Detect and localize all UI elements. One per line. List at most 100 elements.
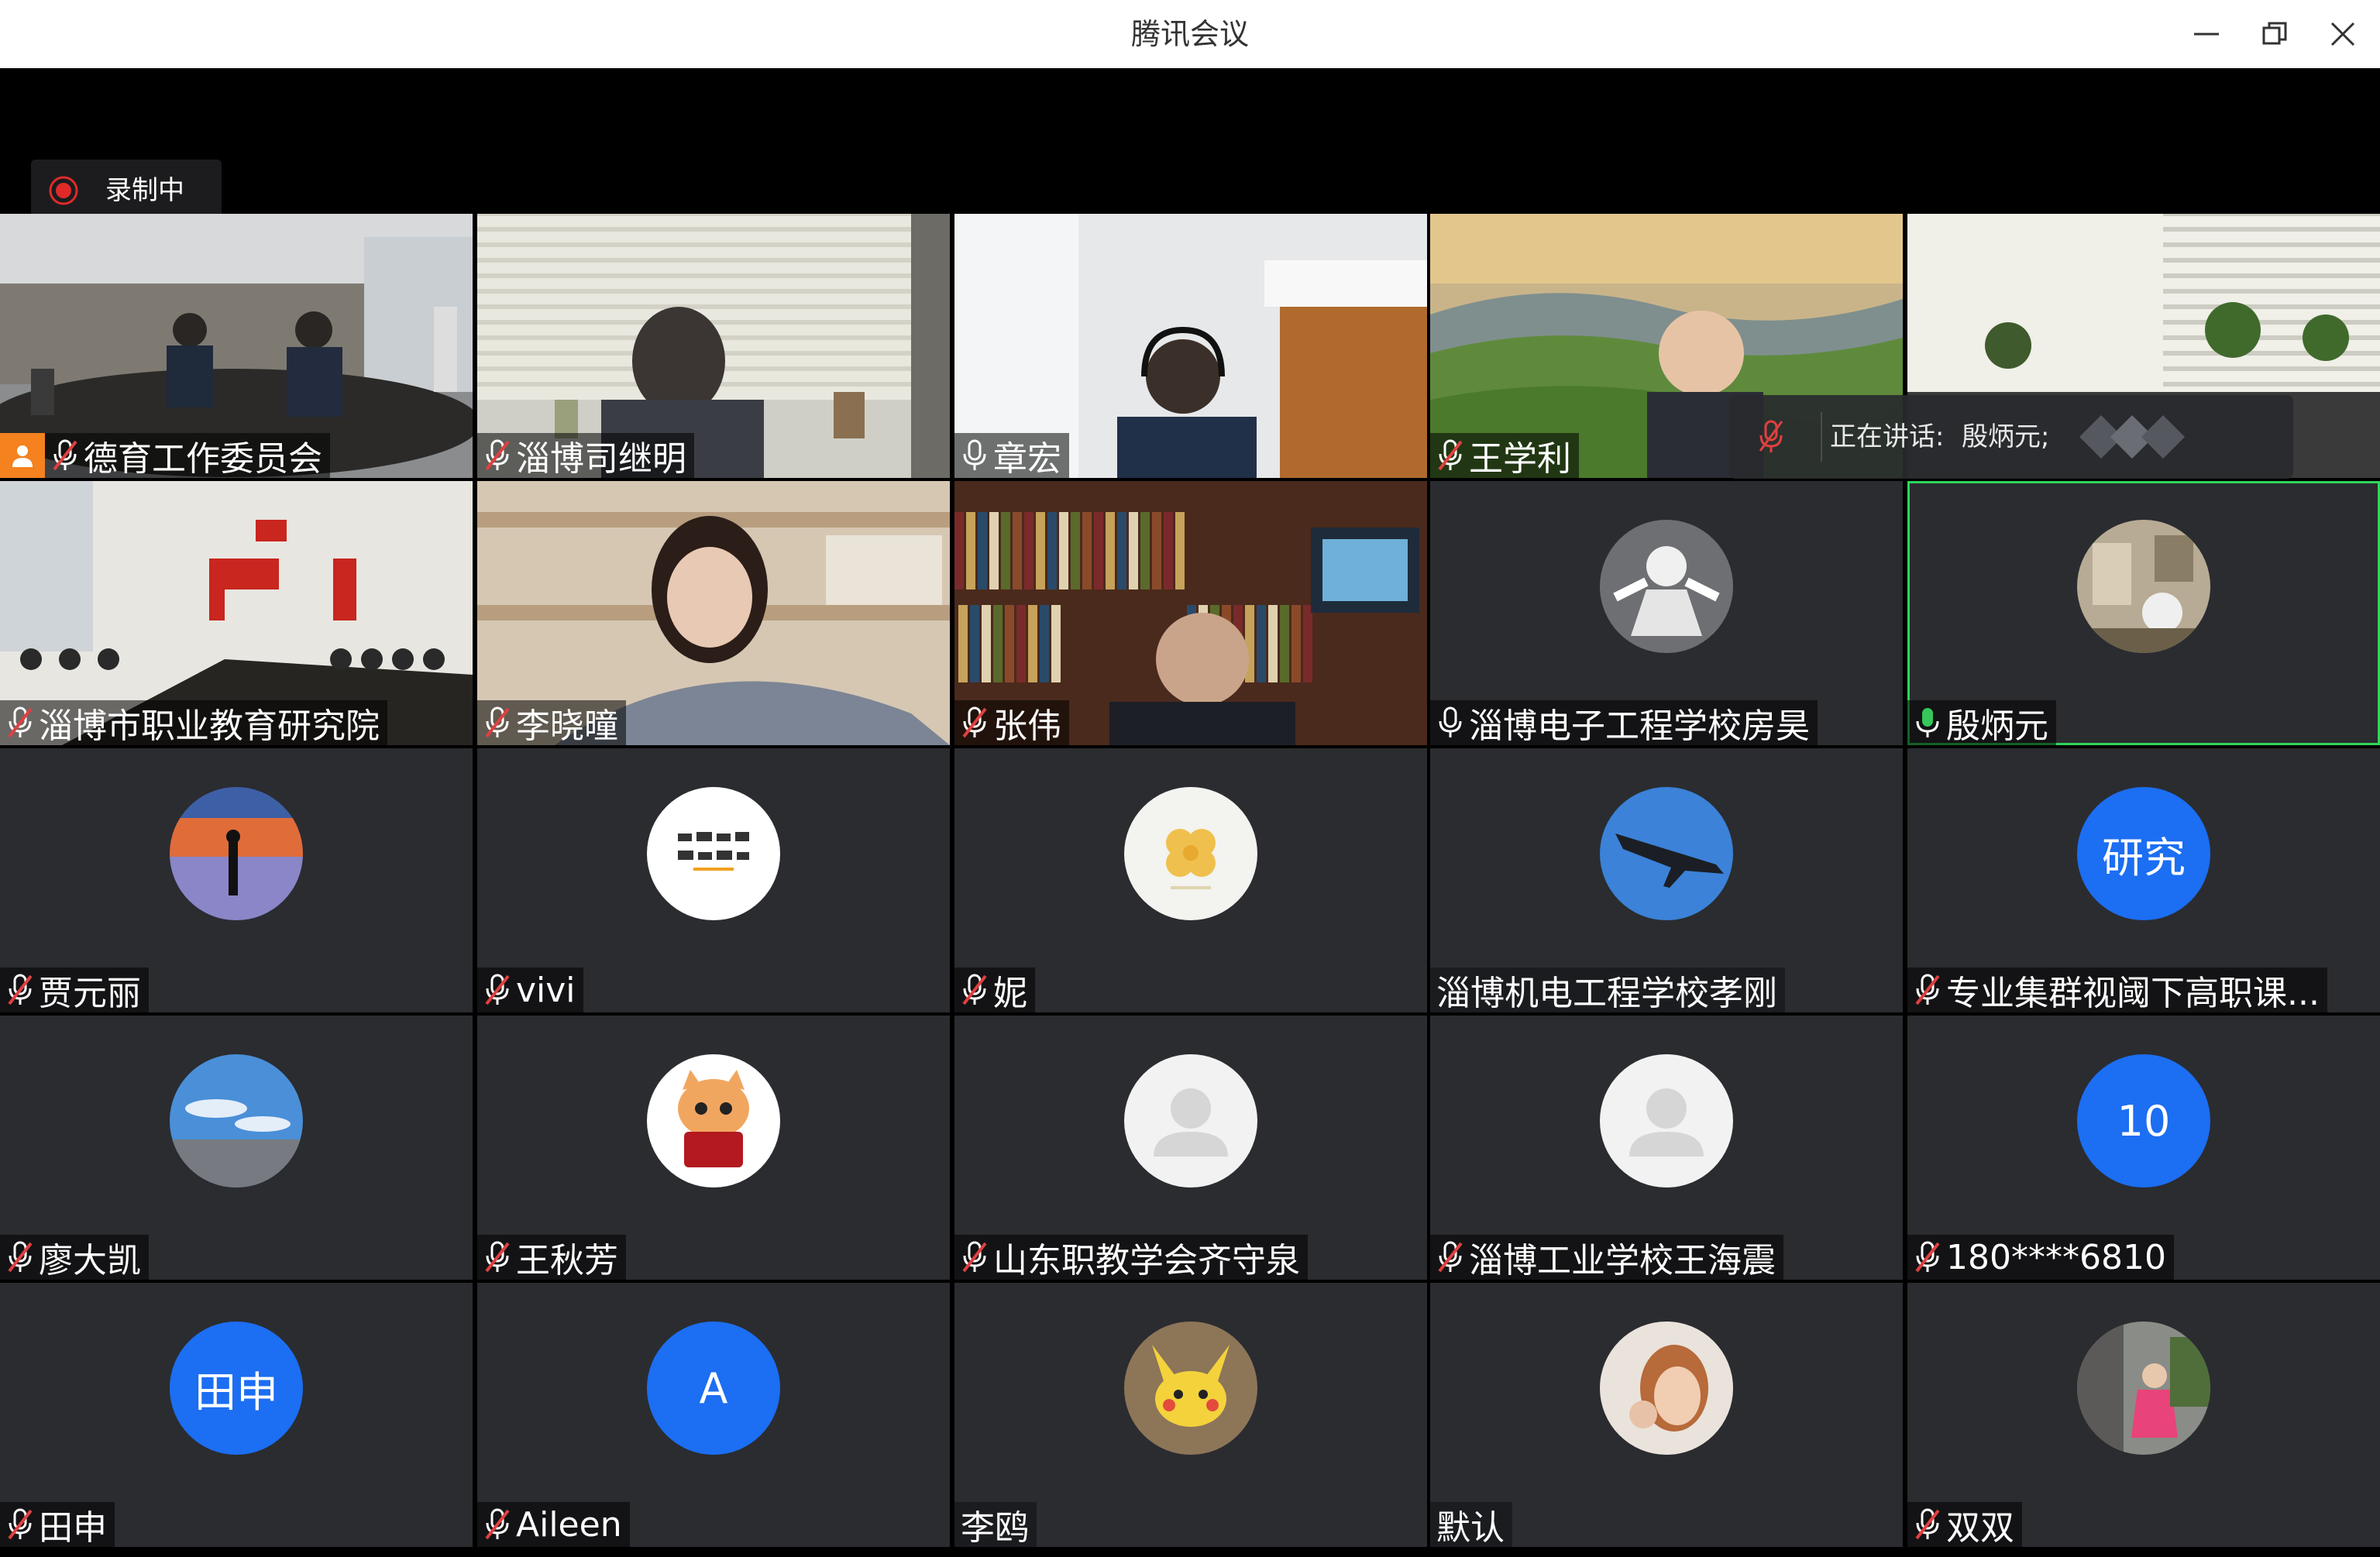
- participant-tile[interactable]: 淄博市职业教育研究院: [0, 481, 473, 745]
- mic-icon: [1916, 708, 1939, 737]
- mic-muted-icon: [1915, 1508, 1940, 1540]
- window-title: 腾讯会议: [1130, 17, 1249, 51]
- mic-muted-icon: [485, 439, 510, 471]
- close-button[interactable]: [2320, 11, 2366, 57]
- participant-tile[interactable]: 廖大凯: [0, 1016, 473, 1280]
- mic-muted-icon: [485, 1508, 510, 1540]
- text-avatar: 10: [2077, 1054, 2210, 1188]
- mic-muted-icon: [1438, 1241, 1463, 1273]
- pikachu-icon: [1124, 1322, 1257, 1455]
- participant-tile[interactable]: 山东职教学会齐守泉: [954, 1016, 1427, 1280]
- participant-tile[interactable]: 双双: [1907, 1283, 2380, 1547]
- participant-name: 妮: [993, 974, 1027, 1012]
- participant-name-label: 殷炳元: [1907, 700, 2056, 745]
- avatar-text: 研究: [2102, 833, 2186, 882]
- restore-icon: [2262, 22, 2287, 45]
- record-dot-icon: [49, 176, 78, 205]
- participant-name: vivi: [516, 970, 576, 1010]
- participant-name-label: 张伟: [954, 700, 1069, 745]
- calligraphy-icon: [647, 787, 780, 920]
- participant-name-label: Aileen: [477, 1502, 630, 1547]
- participant-tile[interactable]: 淄博工业学校王海震: [1430, 1016, 1903, 1280]
- restore-button[interactable]: [2251, 11, 2298, 57]
- participant-name-label: 淄博工业学校王海震: [1430, 1235, 1783, 1280]
- clover-icon: [1124, 787, 1257, 920]
- speaking-label: 正在讲话:: [1830, 421, 1945, 452]
- participant-name: 章宏: [993, 439, 1061, 478]
- participant-name-label: 田申: [0, 1502, 115, 1547]
- mic-muted-icon: [8, 1508, 33, 1540]
- default-user-icon: [1124, 1054, 1257, 1188]
- participant-name-label: 默认: [1430, 1502, 1512, 1547]
- participant-name: 田申: [39, 1508, 107, 1547]
- mic-muted-icon: [1438, 439, 1463, 471]
- participant-tile[interactable]: 李晓曈: [477, 481, 950, 745]
- title-bar: 腾讯会议: [0, 0, 2380, 68]
- participant-name-label: 章宏: [954, 433, 1069, 478]
- participant-tile[interactable]: 默认: [1430, 1283, 1903, 1547]
- host-user-icon: [0, 433, 45, 478]
- participant-tile[interactable]: 贾元丽: [0, 748, 473, 1012]
- avatar-text: 10: [2117, 1096, 2171, 1146]
- speaking-indicator: 正在讲话: 殷炳元;: [1729, 395, 2293, 479]
- mic-muted-icon: [485, 974, 510, 1005]
- participant-name: 山东职教学会齐守泉: [993, 1241, 1300, 1280]
- participant-name: 淄博司继明: [516, 439, 686, 478]
- cat-icon: [647, 1054, 780, 1188]
- participant-tile[interactable]: 张伟: [954, 481, 1427, 745]
- mic-muted-icon: [962, 1241, 987, 1273]
- participant-name: 李晓曈: [516, 706, 618, 745]
- participant-tile[interactable]: 研究 专业集群视阈下高职课...: [1907, 748, 2380, 1012]
- participant-tile[interactable]: 李鸥: [954, 1283, 1427, 1547]
- participant-tile[interactable]: 王秋芳: [477, 1016, 950, 1280]
- participant-name-label: 淄博电子工程学校房昊: [1430, 700, 1818, 745]
- participant-name: 李鸥: [961, 1508, 1029, 1547]
- mic-muted-icon: [8, 706, 33, 738]
- text-avatar: 田申: [170, 1322, 303, 1455]
- participant-name-label: 专业集群视阈下高职课...: [1907, 968, 2327, 1012]
- minimize-icon: [2194, 33, 2219, 36]
- participant-name-label: 180****6810: [1907, 1235, 2174, 1280]
- participant-tile[interactable]: 妮: [954, 748, 1427, 1012]
- participant-name: Aileen: [516, 1504, 622, 1545]
- participant-name-label: 贾元丽: [0, 968, 149, 1012]
- mic-muted-icon: [1915, 974, 1940, 1005]
- participant-name-label: 王学利: [1430, 433, 1579, 478]
- participant-tile[interactable]: 淄博电子工程学校房昊: [1430, 481, 1903, 745]
- participant-name: 德育工作委员会: [84, 439, 322, 478]
- default-user-icon: [1600, 1054, 1733, 1188]
- participant-name-label: 德育工作委员会: [0, 433, 330, 478]
- participant-tile[interactable]: 田申 田申: [0, 1283, 473, 1547]
- participant-tile[interactable]: 章宏: [954, 214, 1427, 478]
- minimize-button[interactable]: [2183, 11, 2230, 57]
- text-avatar: A: [647, 1322, 780, 1455]
- participant-tile[interactable]: A Aileen: [477, 1283, 950, 1547]
- participant-name: 贾元丽: [39, 974, 141, 1012]
- participant-tile[interactable]: 淄博司继明: [477, 214, 950, 478]
- mic-icon: [963, 439, 986, 470]
- mic-muted-icon: [1915, 1241, 1940, 1273]
- participant-name: 淄博市职业教育研究院: [39, 706, 380, 745]
- participant-name-label: 李鸥: [954, 1502, 1037, 1547]
- participant-tile[interactable]: 德育工作委员会: [0, 214, 473, 478]
- recording-badge[interactable]: 录制中: [31, 160, 222, 222]
- participant-name-label: 廖大凯: [0, 1235, 149, 1280]
- recording-label: 录制中: [105, 175, 184, 206]
- participant-name: 默认: [1436, 1508, 1505, 1547]
- participant-name: 淄博电子工程学校房昊: [1469, 706, 1810, 745]
- jet-icon: [1600, 787, 1733, 920]
- participant-tile[interactable]: 淄博机电工程学校孝刚: [1430, 748, 1903, 1012]
- outdoor-photo-icon: [2077, 1322, 2210, 1455]
- participant-name-label: 双双: [1907, 1502, 2022, 1547]
- participant-tile[interactable]: 10 180****6810: [1907, 1016, 2380, 1280]
- mic-muted-icon: [962, 974, 987, 1005]
- participant-name-label: 李晓曈: [477, 700, 626, 745]
- participant-tile[interactable]: vivi: [477, 748, 950, 1012]
- mic-muted-icon: [485, 1241, 510, 1273]
- avatar-text: 田申: [194, 1367, 278, 1417]
- participant-name-label: vivi: [477, 968, 583, 1012]
- participant-tile[interactable]: 殷炳元: [1907, 481, 2380, 745]
- participant-name: 王学利: [1469, 439, 1571, 478]
- participant-name: 廖大凯: [39, 1241, 141, 1280]
- mic-muted-icon: [53, 439, 77, 471]
